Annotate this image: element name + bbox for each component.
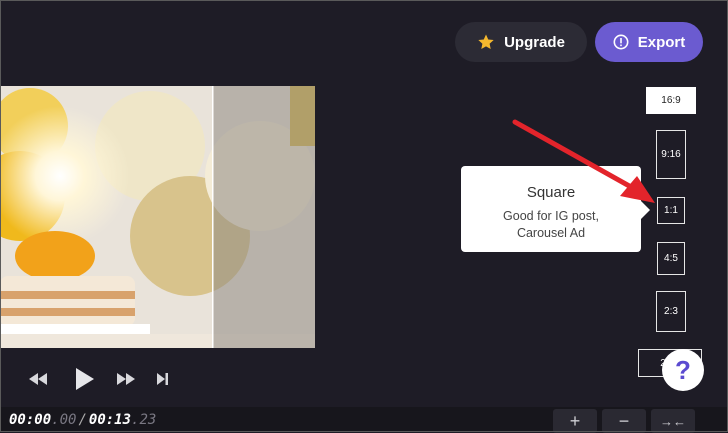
video-preview[interactable]: [0, 86, 315, 348]
skip-end-icon[interactable]: [156, 368, 170, 390]
tooltip-description-line2: Carousel Ad: [516, 226, 586, 240]
fast-forward-icon[interactable]: [116, 368, 136, 390]
current-time-fraction: .00: [51, 412, 77, 428]
ratio-2-3-button[interactable]: 2:3: [656, 291, 686, 332]
ratio-4-5-button[interactable]: 4:5: [657, 242, 685, 275]
export-label: Export: [637, 33, 686, 51]
timecode: 00:00.00/00:13.23: [9, 412, 156, 428]
tooltip-description: Good for IG post, Carousel Ad: [461, 208, 641, 242]
ratio-1-1-button[interactable]: 1:1: [657, 197, 685, 224]
current-time: 00:00: [9, 412, 52, 428]
skip-start-icon[interactable]: [0, 368, 6, 390]
time-separator: /: [78, 412, 87, 428]
ratio-16-9-button[interactable]: 16:9: [646, 87, 696, 114]
export-button[interactable]: Export: [595, 22, 703, 62]
total-time: 00:13: [88, 412, 132, 428]
ratio-tooltip: Square Good for IG post, Carousel Ad: [461, 166, 650, 252]
upgrade-button[interactable]: Upgrade: [455, 22, 587, 62]
total-time-fraction: .23: [131, 412, 157, 428]
tooltip-title: Square: [526, 184, 576, 201]
tooltip-caret: [641, 201, 650, 219]
alert-circle-icon: [613, 34, 629, 50]
help-button[interactable]: ?: [662, 349, 704, 391]
ratio-9-16-button[interactable]: 9:16: [656, 130, 686, 179]
upgrade-label: Upgrade: [504, 33, 565, 51]
zoom-in-button[interactable]: +: [553, 409, 597, 433]
star-icon: [477, 33, 495, 51]
tooltip-description-line1: Good for IG post,: [503, 209, 599, 223]
play-icon[interactable]: [72, 368, 96, 390]
playback-controls: [0, 368, 200, 390]
rewind-icon[interactable]: [28, 368, 48, 390]
fit-timeline-button[interactable]: →←: [651, 409, 695, 433]
zoom-out-button[interactable]: −: [602, 409, 646, 433]
